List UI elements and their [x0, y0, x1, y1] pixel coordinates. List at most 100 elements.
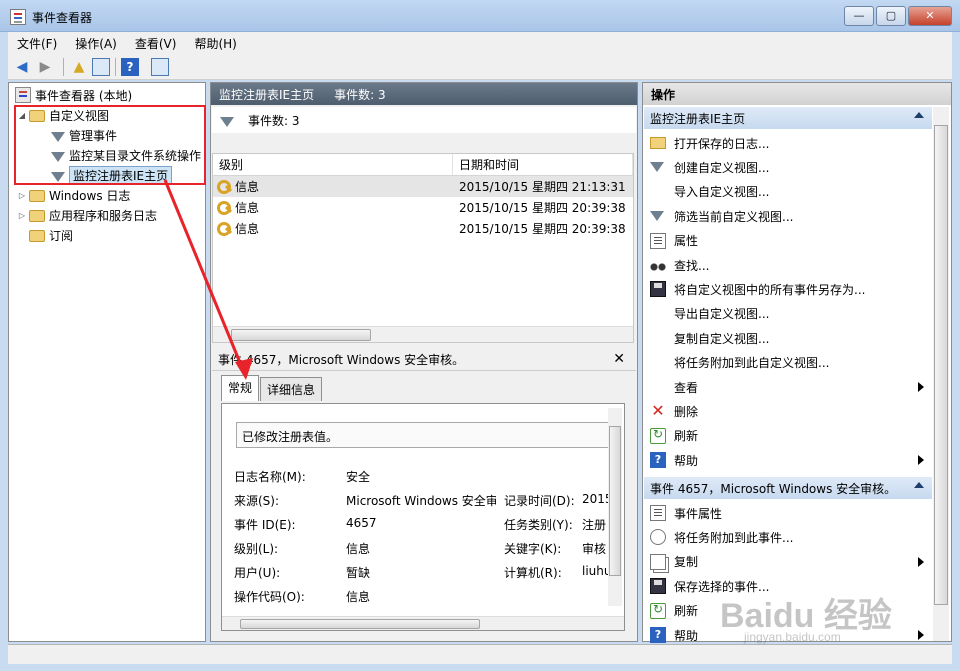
action-item[interactable]: 导入自定义视图...: [644, 180, 932, 204]
actions-section-event[interactable]: 事件 4657，Microsoft Windows 安全审核。: [644, 477, 932, 499]
tree-item-app-service-logs[interactable]: ▷ 应用程序和服务日志: [17, 205, 157, 225]
column-header-level[interactable]: 级别: [213, 154, 453, 175]
label-level: 级别(L):: [234, 542, 279, 556]
action-item[interactable]: ? 帮助: [644, 448, 932, 472]
actions-section-view[interactable]: 监控注册表IE主页: [644, 107, 932, 129]
close-button[interactable]: ✕: [908, 6, 952, 26]
table-row[interactable]: 信息 2015/10/15 星期四 21:13:31: [213, 176, 633, 197]
save-icon: [650, 281, 666, 298]
cell-datetime: 2015/10/15 星期四 20:39:38: [459, 222, 626, 236]
tab-general[interactable]: 常规: [221, 375, 260, 401]
column-header-datetime[interactable]: 日期和时间: [453, 154, 633, 175]
action-label: 查找...: [674, 258, 710, 273]
back-arrow-icon[interactable]: ◀: [12, 57, 32, 77]
show-hide-tree-icon[interactable]: [92, 57, 110, 76]
section-title: 事件 4657，Microsoft Windows 安全审核。: [650, 481, 897, 496]
action-item[interactable]: 查找...: [644, 253, 932, 277]
empty-icon-slot: [650, 379, 666, 395]
tab-details[interactable]: 详细信息: [260, 377, 323, 401]
window-controls: — ▢ ✕: [842, 6, 952, 26]
show-hide-action-pane-icon[interactable]: [151, 57, 169, 76]
action-label: 刷新: [674, 429, 699, 444]
action-item[interactable]: 导出自定义视图...: [644, 302, 932, 326]
minimize-button[interactable]: —: [844, 6, 874, 26]
toolbar-separator: [115, 57, 116, 76]
event-description: 已修改注册表值。: [236, 422, 612, 448]
subscription-icon: [29, 230, 45, 242]
scrollbar-thumb[interactable]: [934, 125, 948, 605]
action-item[interactable]: 刷新: [644, 424, 932, 448]
horizontal-scrollbar[interactable]: [222, 616, 624, 630]
submenu-arrow-icon: [918, 556, 924, 567]
action-item[interactable]: 属性: [644, 229, 932, 253]
action-item[interactable]: 创建自定义视图...: [644, 155, 932, 179]
expand-triangle-icon[interactable]: ▷: [17, 211, 27, 220]
help-icon[interactable]: ?: [121, 57, 139, 76]
action-label: 刷新: [674, 604, 699, 619]
menu-help[interactable]: 帮助(H): [185, 35, 245, 52]
vertical-scrollbar[interactable]: [608, 408, 622, 606]
scrollbar-thumb[interactable]: [240, 619, 480, 629]
value-user: 暂缺: [346, 566, 371, 580]
action-item[interactable]: 查看: [644, 375, 932, 399]
label-event-id: 事件 ID(E):: [234, 518, 296, 532]
binoculars-icon: [650, 257, 666, 273]
action-item[interactable]: 将任务附加到此事件...: [644, 525, 932, 549]
action-item[interactable]: 将任务附加到此自定义视图...: [644, 351, 932, 375]
action-item[interactable]: 事件属性: [644, 501, 932, 525]
action-item[interactable]: 筛选当前自定义视图...: [644, 204, 932, 228]
action-label: 将任务附加到此自定义视图...: [674, 356, 830, 371]
maximize-button[interactable]: ▢: [876, 6, 906, 26]
audit-key-icon: [217, 179, 231, 194]
filter-icon: [650, 211, 664, 222]
value-task-category: 注册: [582, 518, 607, 532]
scrollbar-thumb[interactable]: [231, 329, 371, 341]
value-logged: 2015: [582, 492, 608, 506]
toolbar: ◀ ▶ ▲ ?: [8, 54, 952, 80]
action-item[interactable]: 打开保存的日志...: [644, 131, 932, 155]
event-detail-title: 事件 4657，Microsoft Windows 安全审核。: [212, 349, 636, 371]
task-icon: [650, 529, 666, 546]
properties-icon: [650, 505, 666, 521]
submenu-arrow-icon: [918, 455, 924, 466]
menu-view[interactable]: 查看(V): [126, 35, 186, 52]
action-label: 帮助: [674, 628, 699, 643]
up-folder-icon[interactable]: ▲: [69, 57, 89, 77]
action-item[interactable]: 将自定义视图中的所有事件另存为...: [644, 277, 932, 301]
general-tab-body: 已修改注册表值。 日志名称(M): 安全 来源(S): Microsoft Wi…: [221, 403, 625, 631]
refresh-icon: [650, 602, 666, 619]
table-row[interactable]: 信息 2015/10/15 星期四 20:39:38: [213, 197, 633, 218]
delete-icon: ✕: [651, 401, 665, 421]
close-detail-icon[interactable]: ✕: [613, 351, 625, 367]
menu-action[interactable]: 操作(A): [66, 35, 126, 52]
action-item[interactable]: ✕ 删除: [644, 399, 932, 423]
menu-file[interactable]: 文件(F): [8, 35, 66, 52]
tree-item-root[interactable]: 事件查看器 (本地): [13, 85, 132, 105]
forward-arrow-icon[interactable]: ▶: [35, 57, 55, 77]
label-keywords: 关键字(K):: [504, 542, 562, 556]
action-label: 帮助: [674, 453, 699, 468]
horizontal-scrollbar[interactable]: [213, 326, 633, 342]
table-row[interactable]: 信息 2015/10/15 星期四 20:39:38: [213, 218, 633, 239]
expand-triangle-icon[interactable]: ▷: [17, 191, 27, 200]
action-label: 查看: [674, 380, 699, 395]
collapse-caret-icon[interactable]: [914, 482, 924, 488]
tree-item-windows-logs[interactable]: ▷ Windows 日志: [17, 185, 130, 205]
folder-icon: [29, 190, 45, 202]
center-header-title: 监控注册表IE主页: [219, 87, 315, 102]
open-folder-icon: [650, 137, 666, 149]
action-item[interactable]: 复制: [644, 550, 932, 574]
label-computer: 计算机(R):: [504, 566, 562, 580]
action-item[interactable]: 复制自定义视图...: [644, 326, 932, 350]
toolbar-separator: [63, 57, 64, 76]
tree-item-subscriptions[interactable]: 订阅: [27, 225, 73, 245]
folder-icon: [29, 210, 45, 222]
scrollbar-thumb[interactable]: [609, 426, 621, 576]
vertical-scrollbar[interactable]: [933, 107, 949, 641]
collapse-caret-icon[interactable]: [914, 112, 924, 118]
empty-icon-slot: [650, 306, 666, 322]
value-log-name: 安全: [346, 470, 371, 484]
help-icon: ?: [650, 452, 666, 469]
action-label: 事件属性: [674, 506, 723, 521]
action-label: 复制: [674, 555, 699, 570]
